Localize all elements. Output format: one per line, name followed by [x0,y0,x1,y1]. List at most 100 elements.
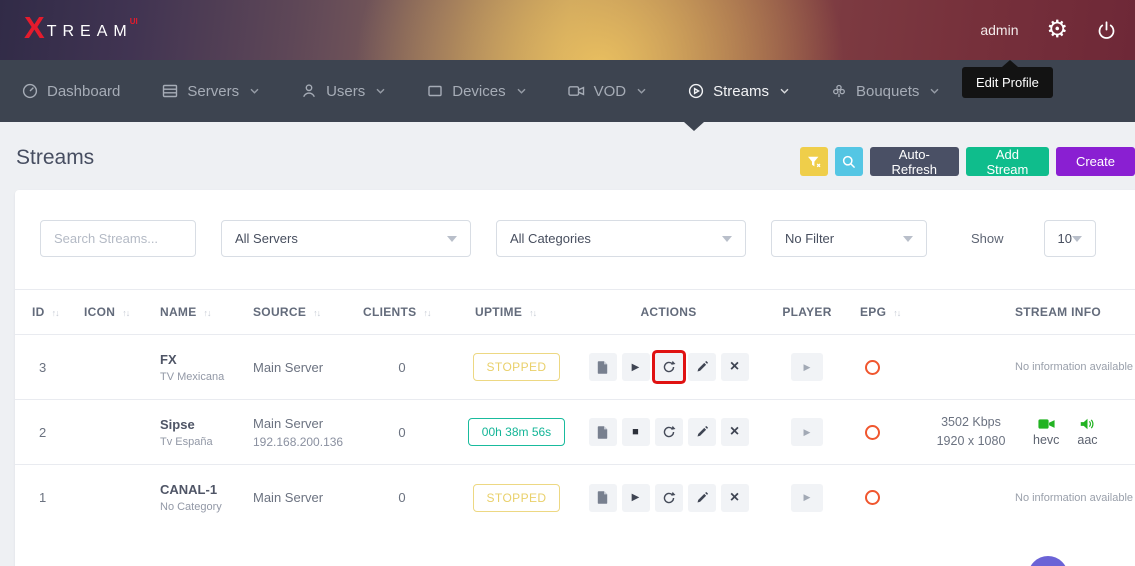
file-icon [597,361,608,374]
copy-stream-button[interactable] [589,418,617,446]
play-icon: ▶ [804,362,811,373]
close-icon: × [730,491,739,505]
topbar: X TREAM UI admin ⚙ [0,0,1135,60]
sort-icon[interactable]: ↑↓ [204,308,211,318]
copy-stream-button[interactable] [589,353,617,381]
page-size-select[interactable]: 10 [1044,220,1096,257]
restart-stream-button[interactable] [655,484,683,512]
col-header-epg[interactable]: EPG↑↓ [852,305,927,319]
col-header-name[interactable]: NAME↑↓ [143,305,236,319]
delete-stream-button[interactable]: × [721,418,749,446]
start-stream-button[interactable]: ▶ [622,484,650,512]
sort-icon[interactable]: ↑↓ [122,308,129,318]
create-button[interactable]: Create [1056,147,1135,176]
stream-category: TV Mexicana [160,371,236,383]
sort-icon[interactable]: ↑↓ [423,308,430,318]
stop-stream-button[interactable]: ■ [622,418,650,446]
category-select[interactable]: All Categories [496,220,746,257]
player-cell: ▶ [762,418,852,446]
screen: X TREAM UI admin ⚙ Dashboard Servers Use… [0,0,1135,566]
no-info-text: No information available [1015,361,1120,373]
epg-status-icon[interactable] [865,425,880,440]
nav-dashboard[interactable]: Dashboard [22,83,120,100]
stream-source-cell: Main Server [236,490,346,505]
stream-category: Tv España [160,436,236,448]
edit-stream-button[interactable] [688,418,716,446]
restart-stream-button[interactable] [655,353,683,381]
gear-icon[interactable]: ⚙ [1046,18,1068,42]
source-server: Main Server [253,416,346,431]
chevron-down-icon [930,88,939,94]
filter-select[interactable]: No Filter [771,220,927,257]
player-play-button[interactable]: ▶ [791,418,823,446]
nav-vod[interactable]: VOD [568,83,647,100]
epg-status-icon[interactable] [865,360,880,375]
nav-devices[interactable]: Devices [427,83,525,100]
player-play-button[interactable]: ▶ [791,484,823,512]
bitrate-block: 3502 Kbps 1920 x 1080 [927,413,1015,452]
status-badge: STOPPED [473,484,561,512]
chevron-down-icon [517,88,526,94]
source-server: Main Server [253,490,346,505]
add-stream-button[interactable]: Add Stream [966,147,1049,176]
delete-stream-button[interactable]: × [721,484,749,512]
nav-servers[interactable]: Servers [162,83,259,100]
refresh-icon [662,360,676,374]
copy-stream-button[interactable] [589,484,617,512]
player-play-button[interactable]: ▶ [791,353,823,381]
nav-streams[interactable]: Streams [688,83,789,100]
username-label[interactable]: admin [980,22,1018,38]
edit-stream-button[interactable] [688,484,716,512]
play-icon: ▶ [804,492,811,503]
auto-refresh-button[interactable]: Auto-Refresh [870,147,959,176]
col-header-stream-info: STREAM INFO [1015,305,1120,319]
chevron-down-icon [250,88,259,94]
stream-clients: 0 [346,360,458,375]
col-header-id[interactable]: ID↑↓ [15,305,67,319]
xtream-logo[interactable]: X TREAM UI [24,13,138,47]
nav-bouquets[interactable]: Bouquets [831,83,939,100]
table-row: 3 FX TV Mexicana Main Server 0 STOPPED [15,335,1135,400]
start-stream-button[interactable]: ▶ [622,353,650,381]
stream-category: No Category [160,501,236,513]
sort-icon[interactable]: ↑↓ [313,308,320,318]
epg-cell [852,490,927,505]
edit-stream-button[interactable] [688,353,716,381]
show-label: Show [971,231,1004,246]
video-camera-icon [1038,418,1055,430]
restart-stream-button[interactable] [655,418,683,446]
refresh-icon [662,491,676,505]
sort-icon[interactable]: ↑↓ [529,308,536,318]
search-button[interactable] [835,147,863,176]
search-input[interactable] [40,220,196,257]
play-icon: ▶ [632,362,640,373]
epg-status-icon[interactable] [865,490,880,505]
speaker-icon [1080,418,1095,430]
stream-info-cell: 3502 Kbps 1920 x 1080 hevc aac [927,413,1120,452]
stream-bitrate: 3502 Kbps [927,413,1015,432]
pencil-icon [696,426,708,438]
nav-users[interactable]: Users [301,83,385,100]
epg-cell [852,360,927,375]
power-icon[interactable] [1096,20,1117,41]
audio-codec-block: aac [1077,418,1097,447]
audio-codec: aac [1077,433,1097,447]
select-caret-icon [903,236,913,242]
select-caret-icon [447,236,457,242]
delete-stream-button[interactable]: × [721,353,749,381]
col-header-source[interactable]: SOURCE↑↓ [236,305,346,319]
col-header-uptime[interactable]: UPTIME↑↓ [458,305,575,319]
clear-filter-button[interactable] [800,147,828,176]
stream-id: 3 [15,360,67,375]
sort-icon[interactable]: ↑↓ [52,308,59,318]
user-icon [301,83,317,99]
select-caret-icon [1072,236,1082,242]
chevron-down-icon [376,88,385,94]
col-header-icon[interactable]: ICON↑↓ [67,305,143,319]
filters-row: All Servers All Categories No Filter Sho… [15,190,1135,257]
stream-uptime-cell: STOPPED [458,484,575,512]
col-header-clients[interactable]: CLIENTS↑↓ [346,305,458,319]
player-cell: ▶ [762,484,852,512]
sort-icon[interactable]: ↑↓ [893,308,900,318]
server-select[interactable]: All Servers [221,220,471,257]
